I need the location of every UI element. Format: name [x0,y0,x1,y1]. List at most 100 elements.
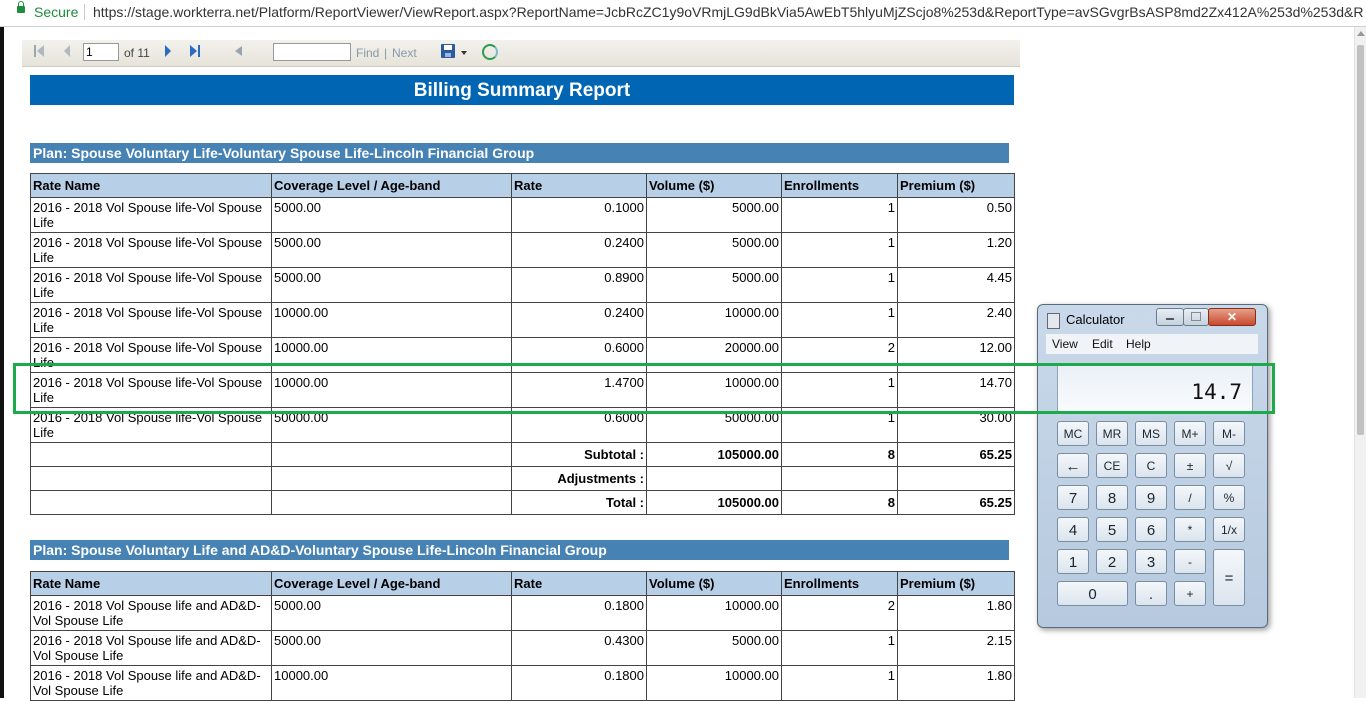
cell-rate: 1.4700 [511,372,647,408]
scrollbar-thumb[interactable] [1357,45,1364,435]
digit-5-button[interactable]: 5 [1096,517,1128,542]
digit-1-button[interactable]: 1 [1057,549,1089,574]
add-button[interactable]: + [1174,581,1206,606]
empty-cell [271,490,512,515]
digit-8-button[interactable]: 8 [1096,485,1128,510]
menu-help[interactable]: Help [1126,337,1151,351]
divide-button[interactable]: / [1174,485,1206,510]
mr-button[interactable]: MR [1096,421,1128,446]
empty-cell [897,466,1015,491]
export-dropdown-icon[interactable] [461,51,467,55]
ms-button[interactable]: MS [1135,421,1167,446]
table-row: 2016 - 2018 Vol Spouse life and AD&D-Vol… [30,665,1015,701]
equals-button[interactable]: = [1213,549,1245,606]
cell-rate: 0.1000 [511,197,647,233]
cell-enrollments: 1 [781,665,898,701]
percent-button[interactable]: % [1213,485,1245,510]
table-row: 2016 - 2018 Vol Spouse life-Vol Spouse L… [30,197,1015,233]
m-minus-button[interactable]: M- [1213,421,1245,446]
previous-page-icon[interactable] [64,45,70,57]
cell-enrollments: 2 [781,337,898,373]
close-button[interactable]: ✕ [1208,308,1256,326]
cell-premium: 1.20 [897,232,1015,268]
col-coverage-level: Coverage Level / Age-band [271,571,512,596]
cell-enrollments: 1 [781,267,898,303]
digit-9-button[interactable]: 9 [1135,485,1167,510]
subtotal-premium: 65.25 [897,442,1015,467]
report-title: Billing Summary Report [30,75,1014,105]
mc-button[interactable]: MC [1057,421,1089,446]
m-plus-button[interactable]: M+ [1174,421,1206,446]
digit-2-button[interactable]: 2 [1096,549,1128,574]
calculator-display: 14.7 [1057,364,1253,412]
minimize-button[interactable] [1156,308,1184,326]
cell-rate-name: 2016 - 2018 Vol Spouse life-Vol Spouse L… [30,372,272,408]
address-bar[interactable]: Secure https://stage.workterra.net/Platf… [0,0,1366,27]
cell-premium: 2.40 [897,302,1015,338]
empty-cell [271,466,512,491]
empty-cell [781,466,898,491]
maximize-button[interactable] [1183,308,1209,326]
col-rate-name: Rate Name [30,571,272,596]
cell-rate-name: 2016 - 2018 Vol Spouse life-Vol Spouse L… [30,267,272,303]
clear-button[interactable]: C [1135,453,1167,478]
page-number-input[interactable] [83,43,119,61]
cell-rate-name: 2016 - 2018 Vol Spouse life and AD&D-Vol… [30,630,272,666]
digit-3-button[interactable]: 3 [1135,549,1167,574]
subtract-button[interactable]: - [1174,549,1206,574]
subtotal-volume: 105000.00 [646,442,782,467]
first-page-icon[interactable] [34,45,44,57]
cell-premium: 14.70 [897,372,1015,408]
col-enrollments: Enrollments [781,173,898,198]
page-scrollbar[interactable] [1354,27,1366,698]
cell-premium: 1.80 [897,595,1015,631]
left-edge [0,27,4,698]
calculator-title: Calculator [1066,312,1125,327]
cell-coverage: 10000.00 [271,372,512,408]
col-coverage-level: Coverage Level / Age-band [271,173,512,198]
empty-cell [271,442,512,467]
decimal-button[interactable]: . [1135,581,1167,606]
menu-view[interactable]: View [1052,337,1078,351]
digit-0-button[interactable]: 0 [1057,581,1128,606]
negate-button[interactable]: ± [1174,453,1206,478]
secure-label: Secure [34,4,79,20]
digit-6-button[interactable]: 6 [1135,517,1167,542]
empty-cell [30,442,272,467]
table-header-row: Rate Name Coverage Level / Age-band Rate… [30,173,1015,198]
cell-rate-name: 2016 - 2018 Vol Spouse life-Vol Spouse L… [30,337,272,373]
next-page-icon[interactable] [165,45,171,57]
menu-edit[interactable]: Edit [1092,337,1113,351]
cell-volume: 10000.00 [646,302,782,338]
cell-volume: 10000.00 [646,372,782,408]
url-text[interactable]: https://stage.workterra.net/Platform/Rep… [93,4,1363,20]
find-next-link[interactable]: Next [392,46,417,60]
cell-premium: 4.45 [897,267,1015,303]
subtotal-enrollments: 8 [781,442,898,467]
refresh-icon[interactable] [482,44,498,60]
cell-volume: 50000.00 [646,407,782,443]
backspace-button[interactable]: ← [1057,453,1089,478]
cell-enrollments: 1 [781,232,898,268]
cell-enrollments: 1 [781,630,898,666]
scroll-up-icon[interactable] [1357,31,1365,36]
lock-icon [17,1,25,13]
sqrt-button[interactable]: √ [1213,453,1245,478]
table-header-row: Rate Name Coverage Level / Age-band Rate… [30,571,1015,596]
subtotal-row: Subtotal : 105000.00 8 65.25 [30,442,1015,467]
find-link[interactable]: Find [356,46,379,60]
cell-volume: 5000.00 [646,232,782,268]
cell-rate: 0.1800 [511,595,647,631]
cell-premium: 1.80 [897,665,1015,701]
calculator-window[interactable]: Calculator ✕ View Edit Help 14.7 MC MR M… [1037,304,1268,628]
ce-button[interactable]: CE [1096,453,1128,478]
digit-4-button[interactable]: 4 [1057,517,1089,542]
find-text-input[interactable] [273,43,351,61]
reciprocal-button[interactable]: 1/x [1213,517,1245,542]
export-save-icon[interactable] [441,44,455,58]
last-page-icon[interactable] [190,45,200,57]
multiply-button[interactable]: * [1174,517,1206,542]
subtotal-label: Subtotal : [511,442,647,467]
back-to-parent-icon[interactable] [235,45,245,57]
digit-7-button[interactable]: 7 [1057,485,1089,510]
